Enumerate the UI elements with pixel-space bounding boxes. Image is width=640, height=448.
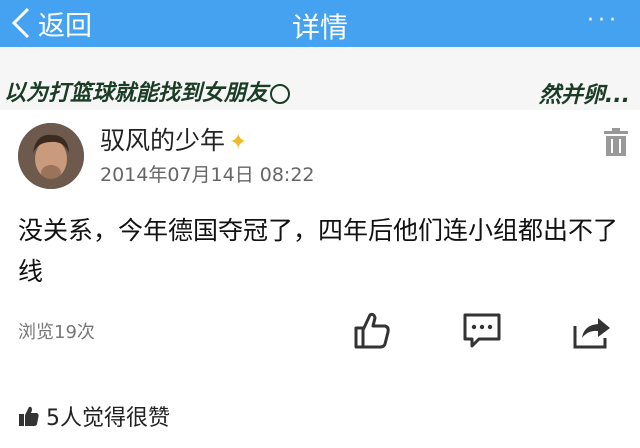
avatar[interactable]: [18, 123, 84, 189]
running-figure-icon: ✦: [229, 130, 248, 155]
post-date: 2014年07月14日 08:22: [100, 164, 315, 186]
avatar-image: [18, 123, 84, 189]
post-content: 没关系，今年德国夺冠了，四年后他们连小组都出不了线: [18, 216, 619, 286]
trash-icon[interactable]: [603, 127, 629, 157]
page-title: 详情: [291, 11, 348, 44]
like-button[interactable]: [352, 310, 392, 350]
banner-right-text: 然并卵...: [538, 83, 630, 108]
banner-left-text: 以为打篮球就能找到女朋友: [4, 75, 291, 107]
like-summary[interactable]: 5人觉得很赞: [18, 400, 170, 432]
post-author[interactable]: 驭风的少年 ✦: [100, 121, 247, 157]
top-navigation-bar: 返回 详情 ···: [0, 0, 640, 47]
decorative-banner: 以为打篮球就能找到女朋友 然并卵...: [0, 47, 640, 110]
like-count-text: 5人觉得很赞: [46, 406, 170, 431]
comment-button[interactable]: [462, 310, 502, 350]
share-button[interactable]: [572, 310, 612, 350]
view-count: 浏览19次: [18, 322, 95, 343]
basketball-icon: [270, 84, 291, 104]
thumbs-up-icon: [19, 406, 39, 426]
author-name: 驭风的少年: [100, 126, 226, 155]
more-options-icon[interactable]: ···: [587, 8, 620, 33]
